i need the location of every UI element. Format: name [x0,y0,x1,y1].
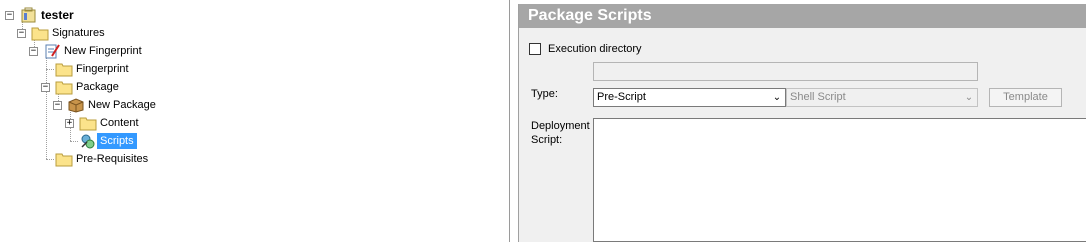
folder-icon [79,117,97,131]
tree-node-fingerprint[interactable]: Fingerprint [55,60,132,78]
tree-node-label: New Fingerprint [64,45,142,57]
tree-node-signatures[interactable]: Signatures [31,24,108,42]
tree-node-new-fingerprint[interactable]: New Fingerprint [43,42,145,60]
package-scripts-panel: Package Scripts Execution directory Type… [518,4,1086,242]
briefcase-icon [21,7,36,23]
tree-node-new-package[interactable]: New Package [67,96,159,114]
tree-node-scripts[interactable]: Scripts [79,132,137,150]
scripts-icon [81,134,95,149]
collapse-toggle-new-package[interactable]: − [53,101,62,110]
folder-icon [55,153,73,167]
expand-toggle-content[interactable]: + [65,119,74,128]
tree-connector [46,159,54,160]
fingerprint-document-icon [45,44,60,59]
panel-title: Package Scripts [519,4,1086,28]
tree-node-label: Package [76,81,119,93]
tree-connector [46,69,54,70]
execution-directory-field[interactable] [593,62,978,81]
script-type-select-value: Shell Script [790,91,846,103]
execution-directory-label: Execution directory [548,43,642,55]
template-button[interactable]: Template [989,88,1062,107]
deployment-script-editor[interactable] [593,118,1086,242]
collapse-toggle-package[interactable]: − [41,83,50,92]
tree-node-label: Pre-Requisites [76,153,149,165]
folder-icon [55,81,73,95]
chevron-down-icon: ⌄ [964,92,974,103]
execution-directory-checkbox[interactable] [529,43,541,55]
collapse-toggle-signatures[interactable]: − [17,29,26,38]
collapse-toggle-tester[interactable]: − [5,11,14,20]
tree-node-label: Fingerprint [76,63,129,75]
folder-icon [31,27,49,41]
deployment-label-line1: Deployment [531,120,590,132]
tree-connector [46,56,47,159]
tree-node-label: tester [41,8,74,22]
tree-node-label: Content [100,117,139,129]
tree-pane: − − − − − + tester Signatures New Finger… [0,0,510,242]
collapse-toggle-new-fingerprint[interactable]: − [29,47,38,56]
tree-node-package[interactable]: Package [55,78,122,96]
script-type-select[interactable]: Shell Script ⌄ [786,88,978,107]
tree-node-label: Scripts [97,133,137,149]
deployment-label-line2: Script: [531,134,563,146]
chevron-down-icon: ⌄ [772,92,782,103]
folder-icon [55,63,73,77]
tree-node-pre-requisites[interactable]: Pre-Requisites [55,150,151,168]
tree-node-label: Signatures [52,27,105,39]
deployment-script-label: Deployment Script: [531,119,590,147]
package-box-icon [68,98,84,113]
type-label: Type: [531,88,558,100]
tree-node-content[interactable]: Content [79,114,142,132]
type-select[interactable]: Pre-Script ⌄ [593,88,786,107]
type-select-value: Pre-Script [597,91,646,103]
tree-connector [70,141,78,142]
tree-node-tester[interactable]: tester [20,6,77,24]
tree-node-label: New Package [88,99,156,111]
